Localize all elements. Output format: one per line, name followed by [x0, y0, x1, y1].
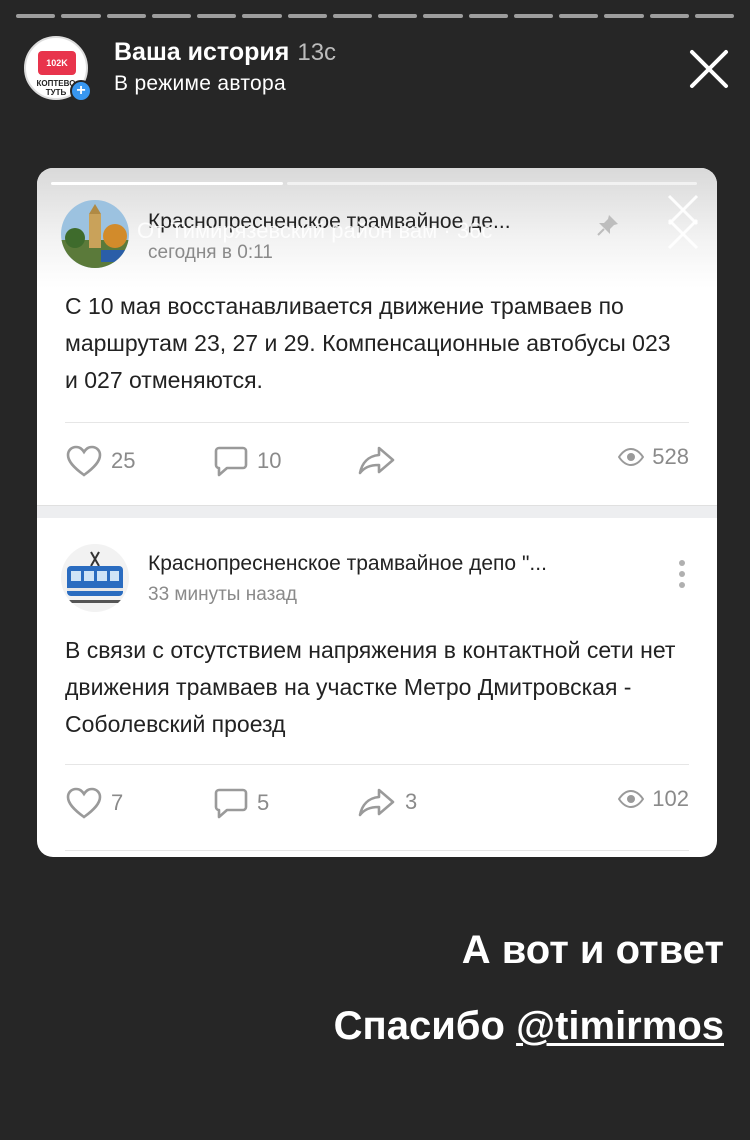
comment-count: 10 — [257, 448, 282, 473]
post-actions: 7 5 3 102 — [65, 786, 689, 826]
progress-segment — [423, 14, 463, 18]
story-header: 102K КОПТЕВО ТУТЬ + Ваша история 13с В ре… — [24, 36, 734, 106]
progress-segment — [106, 14, 146, 18]
progress-segment — [287, 14, 327, 18]
more-icon[interactable] — [679, 560, 685, 593]
like-count: 7 — [111, 790, 124, 815]
divider — [65, 422, 689, 423]
story-progress — [16, 14, 734, 18]
comment-icon — [214, 446, 248, 477]
progress-segment — [242, 14, 282, 18]
progress-segment — [468, 14, 508, 18]
comment-button[interactable]: 5 — [213, 786, 269, 820]
mention-link[interactable]: @timirmos — [516, 1004, 724, 1048]
progress-segment — [16, 14, 56, 18]
progress-segment — [61, 14, 101, 18]
post: Краснопресненское трамвайное депо "... 3… — [37, 516, 717, 857]
eye-icon — [618, 448, 645, 466]
pin-icon — [597, 215, 618, 236]
like-button[interactable]: 7 — [65, 786, 123, 820]
close-icon[interactable] — [686, 46, 732, 92]
divider — [65, 850, 689, 851]
share-icon — [358, 788, 395, 817]
post-time: сегодня в 0:11 — [148, 242, 273, 263]
progress-segment — [197, 14, 237, 18]
views-count: 528 — [652, 444, 689, 469]
post-time: 33 минуты назад — [148, 584, 297, 605]
avatar — [61, 200, 129, 268]
views-counter: 528 — [618, 444, 689, 470]
views-counter: 102 — [618, 786, 689, 812]
caption-thanks-text: Спасибо — [333, 1004, 517, 1048]
heart-badge: 102K — [38, 51, 76, 75]
overlay-progress-rest — [287, 182, 697, 185]
like-button[interactable]: 25 — [65, 444, 135, 478]
post-text: В связи с отсутствием напряжения в конта… — [65, 637, 676, 737]
progress-segment — [694, 14, 734, 18]
progress-segment — [649, 14, 689, 18]
progress-segment — [151, 14, 191, 18]
progress-segment — [604, 14, 644, 18]
story-owner: Ваша история — [114, 38, 290, 66]
divider — [65, 764, 689, 765]
progress-segment — [332, 14, 372, 18]
overlay-story-header: От Тимирязевский район вам · 36с — [137, 218, 493, 243]
story-subtitle: В режиме автора — [114, 72, 286, 95]
reposted-screenshot: Краснопресненское трамвайное де... сегод… — [37, 168, 717, 857]
overlay-progress — [51, 182, 283, 185]
post: Краснопресненское трамвайное де... сегод… — [37, 196, 717, 534]
close-icon — [667, 218, 699, 250]
caption-thanks: Спасибо @timirmos — [334, 1004, 724, 1049]
comment-icon — [214, 788, 248, 819]
story-title: Ваша история 13с — [114, 38, 336, 67]
comment-count: 5 — [257, 790, 270, 815]
post-actions: 25 10 528 — [65, 444, 689, 484]
progress-segment — [513, 14, 553, 18]
progress-segment — [559, 14, 599, 18]
share-count: 3 — [405, 789, 418, 814]
heart-icon — [66, 787, 102, 819]
progress-segment — [378, 14, 418, 18]
story-time: 13с — [297, 39, 337, 66]
caption-answer: А вот и ответ — [461, 928, 724, 972]
share-button[interactable]: 3 — [357, 786, 417, 818]
share-button[interactable] — [357, 444, 405, 476]
plus-icon[interactable]: + — [70, 80, 92, 102]
avatar — [61, 544, 129, 612]
post-author[interactable]: Краснопресненское трамвайное депо "... — [148, 552, 547, 576]
eye-icon — [618, 790, 645, 808]
like-count: 25 — [111, 448, 136, 473]
views-count: 102 — [652, 786, 689, 811]
post-text: С 10 мая восстанавливается движение трам… — [65, 293, 671, 393]
share-icon — [358, 446, 395, 475]
heart-icon — [66, 445, 102, 477]
comment-button[interactable]: 10 — [213, 444, 281, 478]
